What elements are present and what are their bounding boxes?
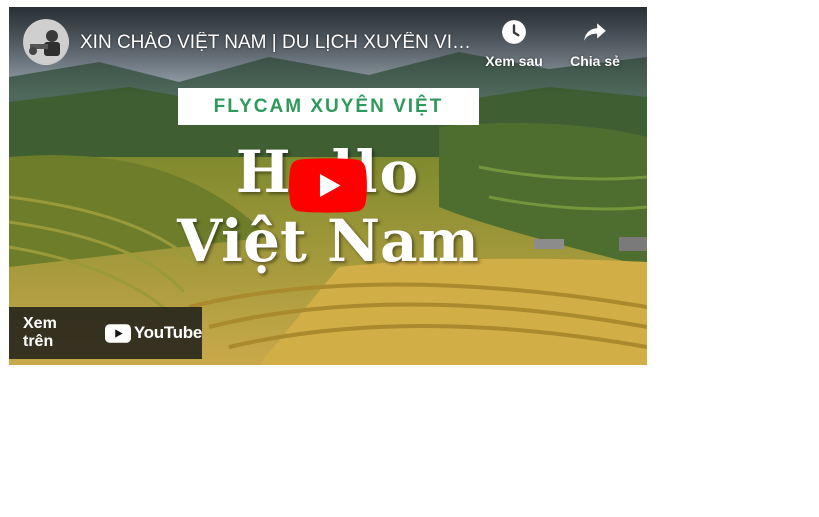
video-player[interactable]: XIN CHÀO VIỆT NAM | DU LỊCH XUYÊN VIỆT -… — [9, 7, 647, 365]
channel-avatar-icon — [24, 20, 68, 64]
watch-on-label: Xem trên — [23, 315, 57, 350]
clock-icon — [502, 20, 526, 44]
banner-text: FLYCAM XUYÊN VIỆT — [213, 95, 444, 117]
youtube-wordmark: YouTube — [133, 323, 202, 342]
watch-later-label: Xem sau — [485, 53, 543, 69]
thumbnail-headline-line2: Việt Nam — [177, 207, 479, 275]
youtube-logo: YouTube — [104, 323, 202, 343]
watch-later-button[interactable]: Xem sau — [478, 19, 550, 69]
youtube-play-logo-icon — [104, 323, 131, 343]
watch-on-youtube-button[interactable]: Xem trên YouTube — [9, 307, 202, 359]
channel-avatar[interactable] — [23, 19, 69, 65]
thumbnail-banner: FLYCAM XUYÊN VIỆT — [178, 88, 479, 125]
play-button[interactable] — [289, 158, 367, 213]
share-button[interactable]: Chia sẻ — [559, 19, 631, 69]
share-arrow-icon — [584, 23, 606, 41]
share-label: Chia sẻ — [570, 53, 620, 69]
video-title[interactable]: XIN CHÀO VIỆT NAM | DU LỊCH XUYÊN VIỆT -… — [80, 32, 475, 54]
